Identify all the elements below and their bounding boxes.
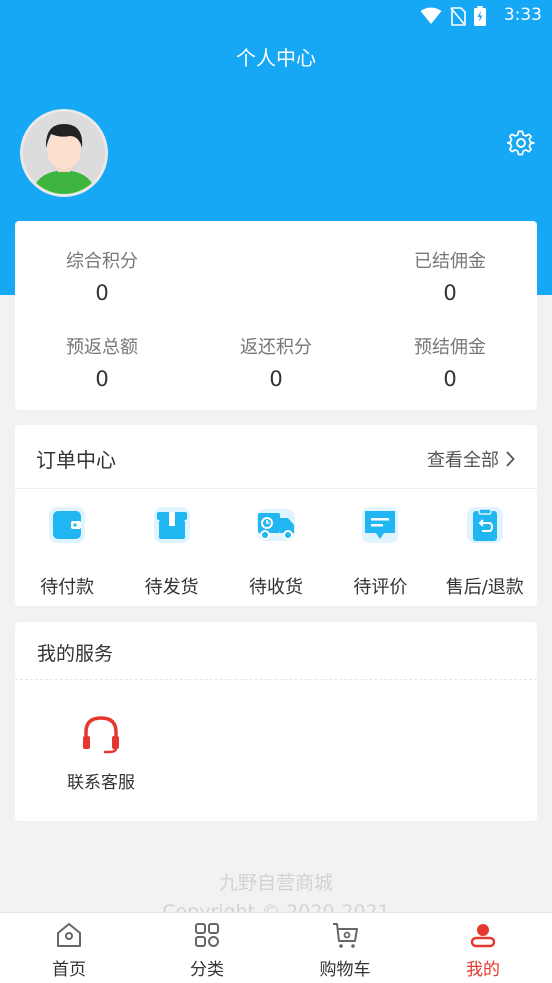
stat-label: 预返总额 [66,337,138,358]
avatar[interactable] [20,109,108,197]
my-services-card: 我的服务 联系客服 [15,622,537,821]
tab-label: 分类 [190,960,224,980]
refund-icon [466,507,503,543]
stat-label: 已结佣金 [414,251,486,272]
order-item-label: 待付款 [40,577,95,598]
home-icon [57,923,81,947]
clock-time: 3:33 [503,5,542,25]
tab-mine[interactable]: 我的 [414,913,552,983]
default-avatar-icon [23,112,105,194]
order-item-label: 待发货 [144,577,199,598]
tab-category[interactable]: 分类 [138,913,276,983]
order-item-label: 待收货 [248,577,303,598]
stat-comprehensive-points[interactable]: 综合积分 0 [15,247,189,305]
stat-refund-points[interactable]: 返还积分 0 [189,333,363,391]
bottom-tab-bar: 首页 分类 购物车 我的 [0,912,552,983]
order-item-label: 售后/退款 [445,577,524,598]
stat-value: 0 [95,367,109,391]
points-card: 综合积分 0 已结佣金 0 预返总额 0 返还积分 0 预结佣金 0 [15,221,537,410]
stat-settled-commission[interactable]: 已结佣金 0 [363,247,537,305]
footer-brand: 九野自营商城 [218,872,333,894]
service-label: 联系客服 [67,773,135,793]
chevron-right-icon [506,451,515,467]
stat-label: 返还积分 [240,337,312,358]
view-all-label: 查看全部 [427,450,499,471]
headset-icon [83,716,119,754]
order-center-card: 订单中心 查看全部 待付款 待发货 待收货 待评价 售后/退款 [15,425,537,606]
user-icon [470,924,496,948]
page-title: 个人中心 [236,46,316,70]
order-pending-shipment[interactable]: 待发货 [119,503,223,599]
tab-label: 购物车 [319,960,371,980]
truck-icon [256,509,295,541]
order-pending-review[interactable]: 待评价 [328,503,432,599]
cart-icon [333,923,358,948]
contact-customer-service[interactable]: 联系客服 [61,714,141,793]
services-header: 我的服务 [15,622,537,680]
order-pending-receipt[interactable]: 待收货 [224,503,328,599]
wifi-icon [420,7,442,24]
services-title: 我的服务 [37,643,114,665]
tab-home[interactable]: 首页 [0,913,138,983]
stat-value: 0 [443,281,457,305]
stat-expected-commission[interactable]: 预结佣金 0 [363,333,537,391]
order-center-title: 订单中心 [36,448,116,472]
battery-icon [474,6,486,26]
order-item-label: 待评价 [353,577,408,598]
wallet-icon [49,507,86,543]
stat-value: 0 [95,281,109,305]
tab-cart[interactable]: 购物车 [276,913,414,983]
stat-label: 预结佣金 [414,337,486,358]
comment-icon [362,507,399,543]
tab-label: 我的 [466,960,500,980]
status-bar: 3:33 [0,0,552,32]
stat-value: 0 [443,367,457,391]
box-icon [153,507,190,543]
order-after-sales-refund[interactable]: 售后/退款 [433,503,537,599]
order-center-header: 订单中心 查看全部 [15,425,537,489]
tab-label: 首页 [52,960,86,980]
stat-value: 0 [269,367,283,391]
stat-label: 综合积分 [66,251,138,272]
order-pending-payment[interactable]: 待付款 [15,503,119,599]
stat-expected-rebate-total[interactable]: 预返总额 0 [15,333,189,391]
grid-icon [195,923,219,947]
no-sim-icon [450,7,466,26]
view-all-orders-link[interactable]: 查看全部 [427,446,515,472]
settings-gear-icon[interactable] [507,129,535,157]
